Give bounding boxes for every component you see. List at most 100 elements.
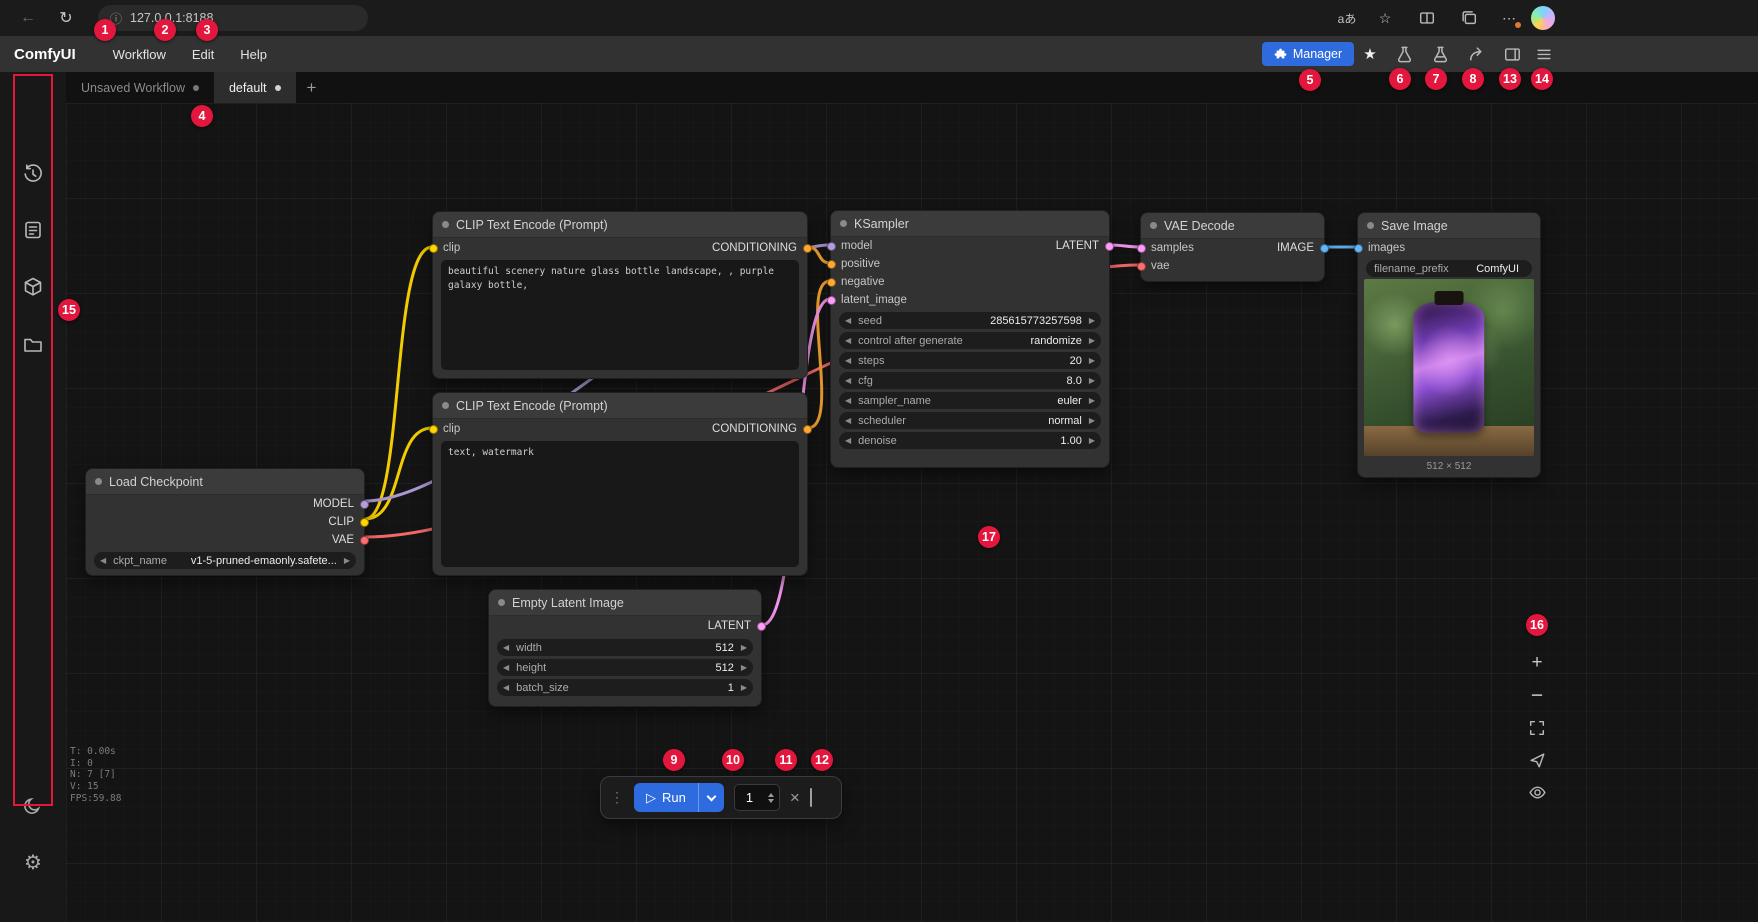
widget-ckpt-name[interactable]: ◀ ckpt_name v1-5-pruned-emaonly.safete..…	[94, 552, 356, 569]
node-header[interactable]: CLIP Text Encode (Prompt)	[433, 393, 807, 419]
sidebar-queue-button[interactable]	[17, 158, 49, 190]
menu-workflow[interactable]: Workflow	[100, 36, 179, 72]
drag-handle-icon[interactable]: ⋮	[610, 789, 624, 806]
decrement-arrow-icon[interactable]: ◀	[503, 664, 509, 672]
decrement-arrow-icon[interactable]: ◀	[845, 397, 851, 405]
node-header[interactable]: Load Checkpoint	[86, 469, 364, 495]
node-clip-text-encode-positive[interactable]: CLIP Text Encode (Prompt) clip CONDITION…	[432, 211, 808, 379]
browser-back-button[interactable]: ←	[14, 4, 42, 32]
stepper-arrows[interactable]	[768, 793, 774, 803]
widget-denoise[interactable]: ◀ denoise 1.00 ▶	[839, 432, 1101, 449]
increment-arrow-icon[interactable]: ▶	[1089, 317, 1095, 325]
widget-scheduler[interactable]: ◀ scheduler normal ▶	[839, 412, 1101, 429]
translate-button[interactable]: aあ	[1332, 4, 1362, 32]
collapse-dot-icon[interactable]	[442, 221, 449, 228]
node-save-image[interactable]: Save Image images filename_prefix ComfyU…	[1357, 212, 1541, 478]
collapse-dot-icon[interactable]	[95, 478, 102, 485]
cancel-run-button[interactable]: ×	[790, 788, 800, 808]
widget-steps[interactable]: ◀ steps 20 ▶	[839, 352, 1101, 369]
input-dot-clip[interactable]	[429, 244, 438, 253]
main-menu-button[interactable]	[1530, 40, 1558, 68]
decrement-arrow-icon[interactable]: ◀	[845, 417, 851, 425]
input-dot-model[interactable]	[827, 242, 836, 251]
output-dot-vae[interactable]	[360, 536, 369, 545]
node-header[interactable]: Save Image	[1358, 213, 1540, 239]
increment-arrow-icon[interactable]: ▶	[1089, 357, 1095, 365]
node-load-checkpoint[interactable]: Load Checkpoint MODEL CLIP VAE ◀ ckpt_na…	[85, 468, 365, 576]
output-dot-latent[interactable]	[757, 622, 766, 631]
settings-button[interactable]: ⚙	[17, 846, 49, 878]
input-dot-clip[interactable]	[429, 425, 438, 434]
widget-batch-size[interactable]: ◀ batch_size 1 ▶	[497, 679, 753, 696]
increment-arrow-icon[interactable]: ▶	[741, 644, 747, 652]
node-header[interactable]: VAE Decode	[1141, 213, 1324, 239]
input-dot-positive[interactable]	[827, 260, 836, 269]
decrement-arrow-icon[interactable]: ◀	[503, 684, 509, 692]
browser-refresh-button[interactable]: ↻	[52, 4, 80, 32]
select-mode-button[interactable]	[1522, 745, 1552, 775]
decrement-arrow-icon[interactable]: ◀	[845, 317, 851, 325]
zoom-in-button[interactable]: +	[1522, 648, 1552, 678]
output-dot-model[interactable]	[360, 500, 369, 509]
decrement-arrow-icon[interactable]: ◀	[503, 644, 509, 652]
input-dot-images[interactable]	[1354, 244, 1363, 253]
tab-unsaved-workflow[interactable]: Unsaved Workflow	[66, 72, 214, 103]
batch-count-input[interactable]: 1	[734, 784, 780, 811]
increment-arrow-icon[interactable]: ▶	[1089, 377, 1095, 385]
decrement-arrow-icon[interactable]: ◀	[100, 557, 106, 565]
increment-arrow-icon[interactable]: ▶	[1089, 337, 1095, 345]
favorites-toggle-button[interactable]: ★	[1356, 40, 1384, 68]
collapse-dot-icon[interactable]	[442, 402, 449, 409]
widget-width[interactable]: ◀ width 512 ▶	[497, 639, 753, 656]
increment-arrow-icon[interactable]: ▶	[1089, 437, 1095, 445]
widget-height[interactable]: ◀ height 512 ▶	[497, 659, 753, 676]
input-dot-samples[interactable]	[1137, 244, 1146, 253]
decrement-arrow-icon[interactable]: ◀	[845, 337, 851, 345]
increment-arrow-icon[interactable]: ▶	[741, 684, 747, 692]
increment-arrow-icon[interactable]: ▶	[741, 664, 747, 672]
node-header[interactable]: Empty Latent Image	[489, 590, 761, 616]
widget-sampler-name[interactable]: ◀ sampler_name euler ▶	[839, 392, 1101, 409]
menu-help[interactable]: Help	[227, 36, 280, 72]
sidebar-model-library-button[interactable]	[17, 271, 49, 303]
increment-arrow-icon[interactable]: ▶	[1089, 417, 1095, 425]
templates-flask-button[interactable]	[1390, 40, 1418, 68]
manager-button[interactable]: Manager	[1262, 42, 1354, 66]
decrement-arrow-icon[interactable]: ◀	[845, 357, 851, 365]
profile-avatar[interactable]	[1531, 6, 1555, 30]
sidebar-node-library-button[interactable]	[17, 214, 49, 246]
run-button[interactable]: ▷ Run	[634, 783, 724, 812]
node-vae-decode[interactable]: VAE Decode samples IMAGE vae	[1140, 212, 1325, 282]
output-dot-latent[interactable]	[1105, 242, 1114, 251]
node-ksampler[interactable]: KSampler model LATENT positive negative …	[830, 210, 1110, 468]
run-button-main[interactable]: ▷ Run	[634, 783, 698, 812]
toggle-link-visibility-button[interactable]	[1522, 777, 1552, 807]
output-dot-conditioning[interactable]	[803, 244, 812, 253]
decrement-arrow-icon[interactable]: ◀	[845, 377, 851, 385]
increment-arrow-icon[interactable]: ▶	[1089, 397, 1095, 405]
address-bar[interactable]: ⓘ 127.0.0.1:8188	[98, 5, 368, 31]
input-dot-vae[interactable]	[1137, 262, 1146, 271]
collapse-dot-icon[interactable]	[1150, 222, 1157, 229]
step-down-icon[interactable]	[768, 799, 774, 803]
panel-toggle-button[interactable]	[1498, 40, 1526, 68]
tab-default[interactable]: default	[214, 72, 296, 103]
input-dot-negative[interactable]	[827, 278, 836, 287]
widget-seed[interactable]: ◀ seed 285615773257598 ▶	[839, 312, 1101, 329]
favorites-button[interactable]: ☆	[1370, 4, 1400, 32]
fit-view-button[interactable]	[1522, 713, 1552, 743]
input-dot-latent-image[interactable]	[827, 296, 836, 305]
widget-filename-prefix[interactable]: filename_prefix ComfyUI	[1366, 260, 1532, 277]
browser-menu-button[interactable]: ⋯	[1494, 4, 1524, 32]
decrement-arrow-icon[interactable]: ◀	[845, 437, 851, 445]
widget-control-after-generate[interactable]: ◀ control after generate randomize ▶	[839, 332, 1101, 349]
node-header[interactable]: KSampler	[831, 211, 1109, 237]
zoom-out-button[interactable]: −	[1522, 681, 1552, 711]
widget-cfg[interactable]: ◀ cfg 8.0 ▶	[839, 372, 1101, 389]
output-dot-conditioning[interactable]	[803, 425, 812, 434]
share-button[interactable]	[1462, 40, 1490, 68]
run-options-button[interactable]	[698, 783, 724, 812]
collapse-dot-icon[interactable]	[1367, 222, 1374, 229]
templates-flask2-button[interactable]	[1426, 40, 1454, 68]
node-header[interactable]: CLIP Text Encode (Prompt)	[433, 212, 807, 238]
